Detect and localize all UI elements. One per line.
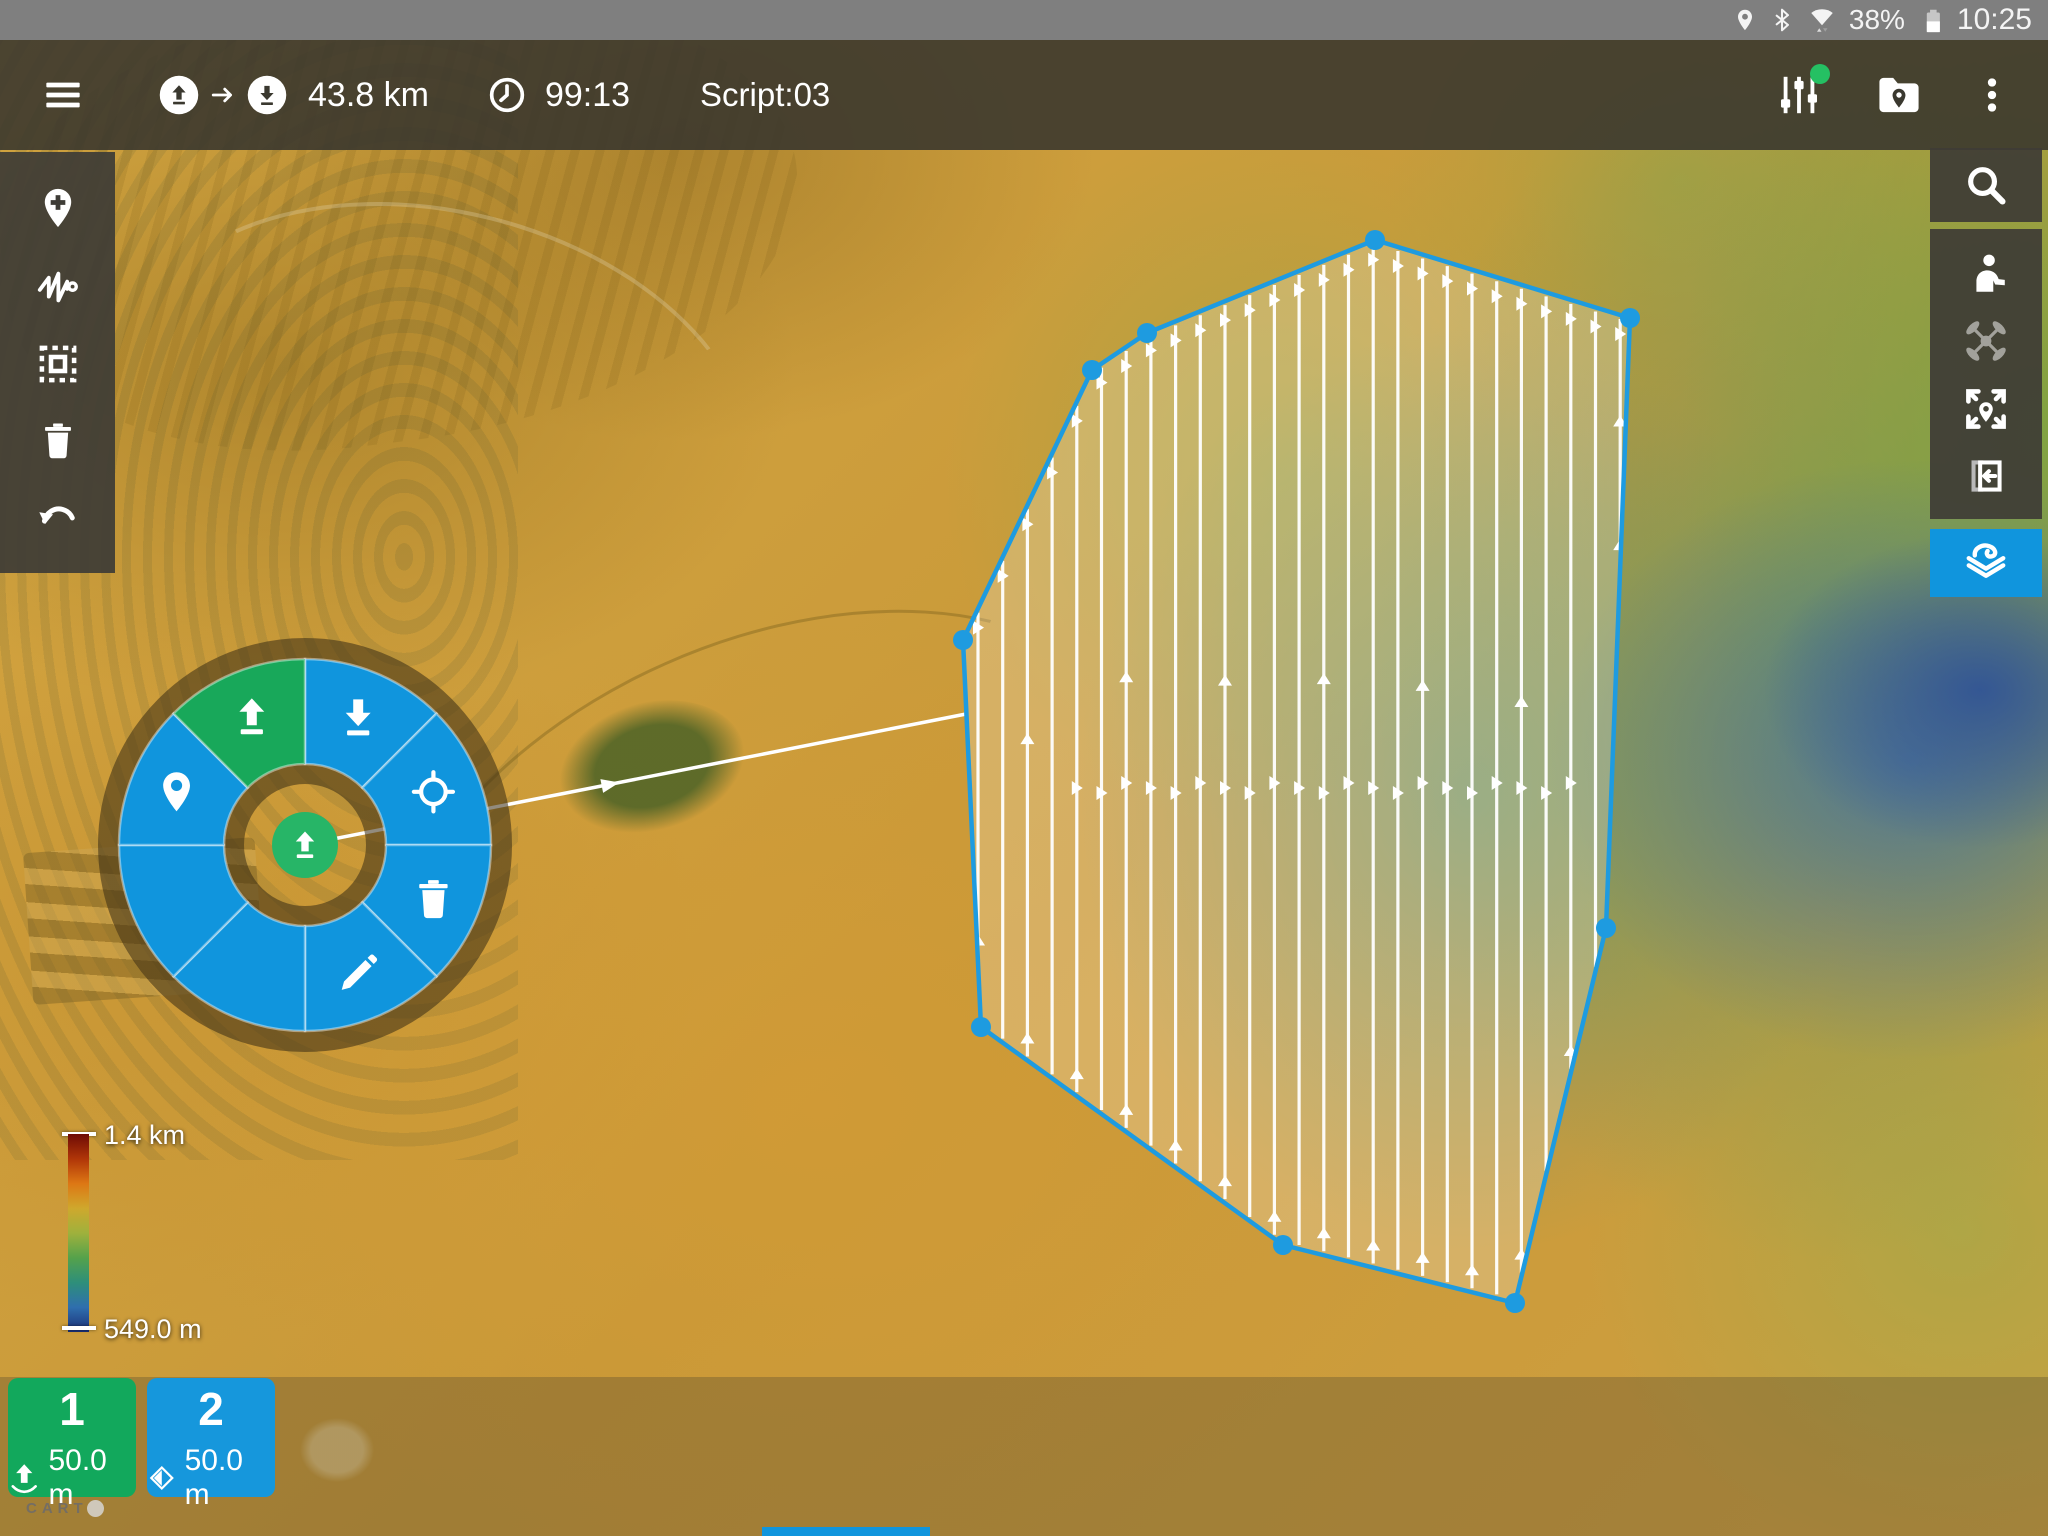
collapse-panel-button[interactable] (1964, 454, 2008, 498)
route-distance-widget[interactable]: 43.8 km (158, 74, 429, 116)
layers-button[interactable] (1962, 539, 2010, 587)
waypoint-altitude: 50.0 m (185, 1444, 275, 1512)
map-tools-panel (1930, 229, 2042, 519)
bottom-panel-peek[interactable] (762, 1527, 930, 1536)
delete-button[interactable] (37, 419, 79, 461)
app-toolbar: 43.8 km 99:13 Script:03 (0, 40, 2048, 150)
segment-width-icon (147, 1463, 177, 1493)
overflow-menu-button[interactable] (1972, 75, 2012, 115)
route-distance-value: 43.8 km (308, 76, 429, 115)
undo-button[interactable] (36, 495, 80, 539)
survey-vertex-handle[interactable] (1596, 918, 1616, 938)
bluetooth-icon (1769, 7, 1795, 33)
survey-vertex-handle[interactable] (1273, 1235, 1293, 1255)
add-waypoint-button[interactable] (36, 186, 80, 230)
select-area-icon (37, 343, 79, 385)
edit-toolbar (0, 152, 115, 573)
survey-vertex-handle[interactable] (1082, 360, 1102, 380)
survey-vertex-handle[interactable] (1137, 323, 1157, 343)
survey-vertex-handle[interactable] (953, 630, 973, 650)
layers-icon (1962, 539, 2010, 587)
parameters-status-dot (1810, 64, 1830, 84)
location-icon (1733, 8, 1757, 32)
survey-vertex-handle[interactable] (1505, 1293, 1525, 1313)
mission-time-widget[interactable]: 99:13 (487, 75, 630, 115)
waypoint-card-1[interactable]: 1 50.0 m (8, 1378, 136, 1497)
clock-icon (487, 75, 527, 115)
carto-o-circle (87, 1500, 104, 1517)
takeoff-icon (158, 74, 200, 116)
waypoint-number: 1 (59, 1386, 85, 1432)
survey-area[interactable] (953, 230, 1640, 1313)
pin-plus-icon (36, 186, 80, 230)
carto-letters: CART (26, 1500, 88, 1517)
mission-folder-icon (1874, 70, 1924, 120)
bottom-overlay-band (0, 1377, 2048, 1536)
waypoint-card-2[interactable]: 2 50.0 m (147, 1378, 275, 1497)
waypoint-number: 2 (198, 1386, 224, 1432)
takeoff-icon (8, 1461, 40, 1495)
script-label[interactable]: Script:03 (700, 76, 830, 114)
zoom-to-mission-button[interactable] (1962, 385, 2010, 433)
search-panel (1930, 148, 2042, 222)
elevation-min-label: 549.0 m (104, 1314, 202, 1345)
battery-icon (1917, 6, 1945, 34)
waypoint-radial-menu[interactable] (109, 649, 502, 1042)
elevation-min-tick (62, 1326, 96, 1330)
layers-panel (1930, 529, 2042, 597)
route-profile-icon (35, 264, 81, 310)
search-button[interactable] (1963, 162, 2009, 208)
clock-time: 10:25 (1957, 5, 2032, 35)
collapse-icon (1964, 454, 2008, 498)
undo-icon (36, 495, 80, 539)
select-area-button[interactable] (37, 343, 79, 385)
operator-icon (1963, 250, 2009, 296)
survey-vertex-handle[interactable] (1620, 308, 1640, 328)
hamburger-icon (40, 75, 86, 115)
zoom-fit-icon (1962, 385, 2010, 433)
elevation-gradient-bar (68, 1134, 89, 1332)
map-attribution: CART (26, 1500, 104, 1517)
survey-vertex-handle[interactable] (1365, 230, 1385, 250)
elevation-profile-button[interactable] (35, 264, 81, 310)
land-icon (246, 74, 288, 116)
wifi-icon (1807, 5, 1837, 35)
arrow-right-icon (210, 82, 236, 108)
trash-icon (37, 419, 79, 461)
overflow-menu-icon (1972, 75, 2012, 115)
parameters-button[interactable] (1776, 72, 1822, 118)
survey-area-polygon[interactable] (963, 240, 1630, 1303)
drone-icon (1962, 317, 2010, 365)
mission-time-value: 99:13 (545, 76, 630, 115)
elevation-max-label: 1.4 km (104, 1120, 185, 1151)
menu-button[interactable] (40, 75, 86, 115)
battery-percent: 38% (1849, 6, 1905, 34)
elevation-legend: 1.4 km 549.0 m (62, 1120, 322, 1352)
mission-folder-button[interactable] (1874, 70, 1924, 120)
android-status-bar: 38% 10:25 (0, 0, 2048, 40)
mission-planner-screen: 38% 10:25 43.8 km 99:13 Script:03 (0, 0, 2048, 1536)
survey-vertex-handle[interactable] (971, 1017, 991, 1037)
operator-location-button[interactable] (1963, 250, 2009, 296)
waypoint-cards: 1 50.0 m 2 50.0 m (8, 1378, 275, 1497)
search-icon (1963, 162, 2009, 208)
drone-location-button[interactable] (1962, 317, 2010, 365)
